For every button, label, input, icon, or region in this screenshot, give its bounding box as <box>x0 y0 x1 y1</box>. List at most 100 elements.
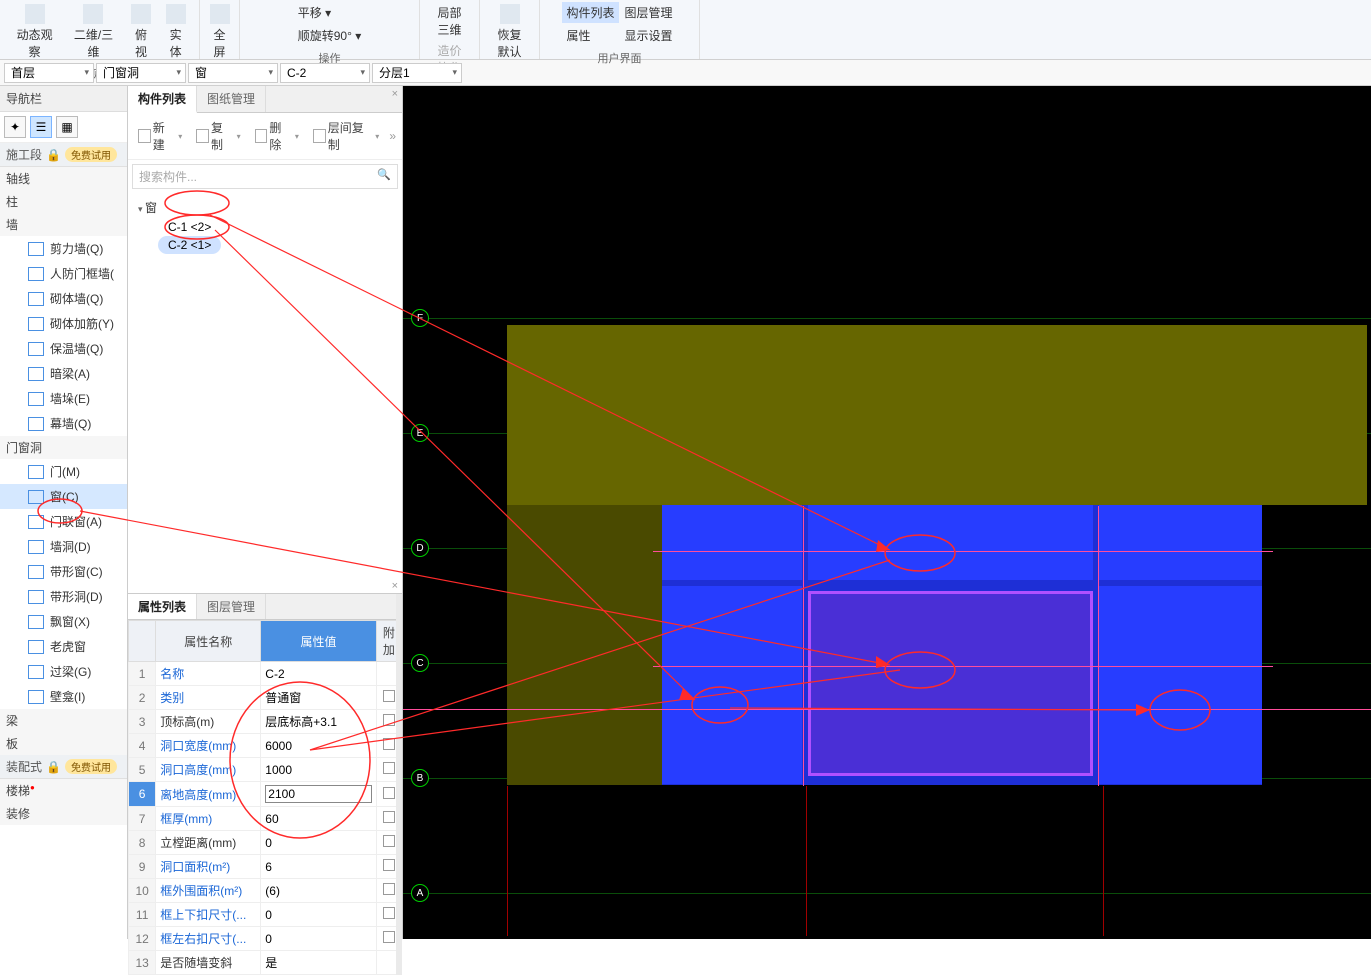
nav-section-opening[interactable]: 门窗洞 <box>0 436 127 459</box>
restore-default-button[interactable]: 恢复默认 <box>488 2 531 62</box>
nav-item-opening[interactable]: 飘窗(X) <box>0 609 127 634</box>
property-value[interactable]: 1000 <box>261 758 377 782</box>
nav-tool-grid[interactable]: ▦ <box>56 116 78 138</box>
nav-section-prefab[interactable]: 装配式 🔒 免费试用 <box>0 755 127 779</box>
property-row[interactable]: 5洞口高度(mm)1000 <box>129 758 402 782</box>
property-value-input[interactable] <box>265 785 372 803</box>
window-pane[interactable] <box>1099 505 1262 580</box>
properties-toggle[interactable]: 属性 <box>562 25 618 46</box>
tree-root-window[interactable]: 窗 <box>134 197 396 218</box>
property-row[interactable]: 8立樘距离(mm)0 <box>129 831 402 855</box>
nav-item-opening[interactable]: 过梁(G) <box>0 659 127 684</box>
nav-section-construction[interactable]: 施工段 🔒 免费试用 <box>0 143 127 167</box>
window-pane[interactable] <box>808 505 1093 580</box>
top-view-button[interactable]: 俯视 <box>126 2 157 62</box>
type-dropdown[interactable]: 窗 <box>188 63 278 83</box>
nav-item-opening[interactable]: 老虎窗 <box>0 634 127 659</box>
local-3d-button[interactable]: 局部三维 <box>428 2 471 40</box>
nav-tool-list[interactable]: ☰ <box>30 116 52 138</box>
tab-drawing-mgmt[interactable]: 图纸管理 <box>197 86 266 112</box>
pan-button[interactable]: 平移 ▾ <box>294 2 366 23</box>
nav-section-slab[interactable]: 板 <box>0 732 127 755</box>
solid-button[interactable]: 实体 <box>160 2 191 62</box>
nav-section-deco[interactable]: 装修 <box>0 802 127 825</box>
property-value[interactable]: 0 <box>261 903 377 927</box>
component-list-toggle[interactable]: 构件列表 <box>562 2 618 23</box>
property-value[interactable]: 层底标高+3.1 <box>261 710 377 734</box>
nav-item-wall[interactable]: 保温墙(Q) <box>0 336 127 361</box>
nav-item-opening[interactable]: 门(M) <box>0 459 127 484</box>
nav-item-wall[interactable]: 幕墙(Q) <box>0 411 127 436</box>
member-dropdown[interactable]: C-2 <box>280 63 370 83</box>
property-row[interactable]: 10框外围面积(m²)(6) <box>129 879 402 903</box>
nav-item-wall[interactable]: 砌体墙(Q) <box>0 286 127 311</box>
scrollbar[interactable] <box>396 594 402 975</box>
nav-item-opening[interactable]: 壁龛(I) <box>0 684 127 709</box>
nav-item-opening[interactable]: 窗(C) <box>0 484 127 509</box>
tab-layer-mgmt[interactable]: 图层管理 <box>197 594 266 619</box>
close-icon[interactable]: × <box>392 88 398 100</box>
close-icon[interactable]: × <box>392 580 398 592</box>
checkbox-icon[interactable] <box>383 690 395 702</box>
category-dropdown[interactable]: 门窗洞 <box>96 63 186 83</box>
nav-item-wall[interactable]: 人防门框墙( <box>0 261 127 286</box>
checkbox-icon[interactable] <box>383 787 395 799</box>
property-value[interactable]: 60 <box>261 807 377 831</box>
wall-element[interactable] <box>507 325 1367 505</box>
window-pane[interactable] <box>662 505 802 580</box>
property-value[interactable]: C-2 <box>261 662 377 686</box>
property-value[interactable]: 6 <box>261 855 377 879</box>
property-value[interactable]: 0 <box>261 831 377 855</box>
checkbox-icon[interactable] <box>383 811 395 823</box>
nav-section-beam[interactable]: 梁 <box>0 709 127 732</box>
dynamic-view-button[interactable]: 动态观察 <box>8 2 61 62</box>
tab-property-list[interactable]: 属性列表 <box>128 594 197 619</box>
window-pane[interactable] <box>1099 586 1262 784</box>
tab-component-list[interactable]: 构件列表 <box>128 86 197 113</box>
property-value[interactable]: 普通窗 <box>261 686 377 710</box>
display-settings-toggle[interactable]: 显示设置 <box>621 25 677 46</box>
nav-item-opening[interactable]: 门联窗(A) <box>0 509 127 534</box>
property-value[interactable]: 6000 <box>261 734 377 758</box>
nav-item-wall[interactable]: 暗梁(A) <box>0 361 127 386</box>
nav-item-wall[interactable]: 剪力墙(Q) <box>0 236 127 261</box>
property-row[interactable]: 2类别普通窗 <box>129 686 402 710</box>
delete-button[interactable]: 删除 <box>251 117 303 155</box>
property-row[interactable]: 9洞口面积(m²)6 <box>129 855 402 879</box>
property-row[interactable]: 1名称C-2 <box>129 662 402 686</box>
nav-section-stair[interactable]: 楼梯● <box>0 779 127 802</box>
layer-dropdown[interactable]: 分层1 <box>372 63 462 83</box>
property-row[interactable]: 7框厚(mm)60 <box>129 807 402 831</box>
nav-item-opening[interactable]: 带形窗(C) <box>0 559 127 584</box>
property-value[interactable]: (6) <box>261 879 377 903</box>
2d3d-button[interactable]: 二维/三维 <box>65 2 121 62</box>
checkbox-icon[interactable] <box>383 859 395 871</box>
property-row[interactable]: 6离地高度(mm) <box>129 782 402 807</box>
checkbox-icon[interactable] <box>383 907 395 919</box>
checkbox-icon[interactable] <box>383 762 395 774</box>
nav-section-wall[interactable]: 墙 <box>0 213 127 236</box>
layer-mgmt-toggle[interactable]: 图层管理 <box>621 2 677 23</box>
nav-tool-add[interactable]: ✦ <box>4 116 26 138</box>
window-element-selected[interactable] <box>808 591 1093 776</box>
tree-item[interactable]: C-1 <2> <box>158 218 221 236</box>
property-row[interactable]: 11框上下扣尺寸(...0 <box>129 903 402 927</box>
checkbox-icon[interactable] <box>383 835 395 847</box>
window-pane[interactable] <box>662 586 802 784</box>
component-search-input[interactable]: 搜索构件... <box>132 164 398 189</box>
checkbox-icon[interactable] <box>383 714 395 726</box>
checkbox-icon[interactable] <box>383 883 395 895</box>
checkbox-icon[interactable] <box>383 738 395 750</box>
nav-item-wall[interactable]: 砌体加筋(Y) <box>0 311 127 336</box>
copy-button[interactable]: 复制 <box>192 117 244 155</box>
nav-item-wall[interactable]: 墙垛(E) <box>0 386 127 411</box>
nav-item-opening[interactable]: 墙洞(D) <box>0 534 127 559</box>
property-row[interactable]: 4洞口宽度(mm)6000 <box>129 734 402 758</box>
property-value[interactable]: 是 <box>261 951 377 975</box>
floor-copy-button[interactable]: 层间复制 <box>309 117 383 155</box>
viewport-3d[interactable]: F E D C B A <box>403 86 1371 939</box>
new-button[interactable]: 新建 <box>134 117 186 155</box>
tree-item[interactable]: C-2 <1> <box>158 236 221 254</box>
property-row[interactable]: 3顶标高(m)层底标高+3.1 <box>129 710 402 734</box>
property-row[interactable]: 13是否随墙变斜是 <box>129 951 402 975</box>
